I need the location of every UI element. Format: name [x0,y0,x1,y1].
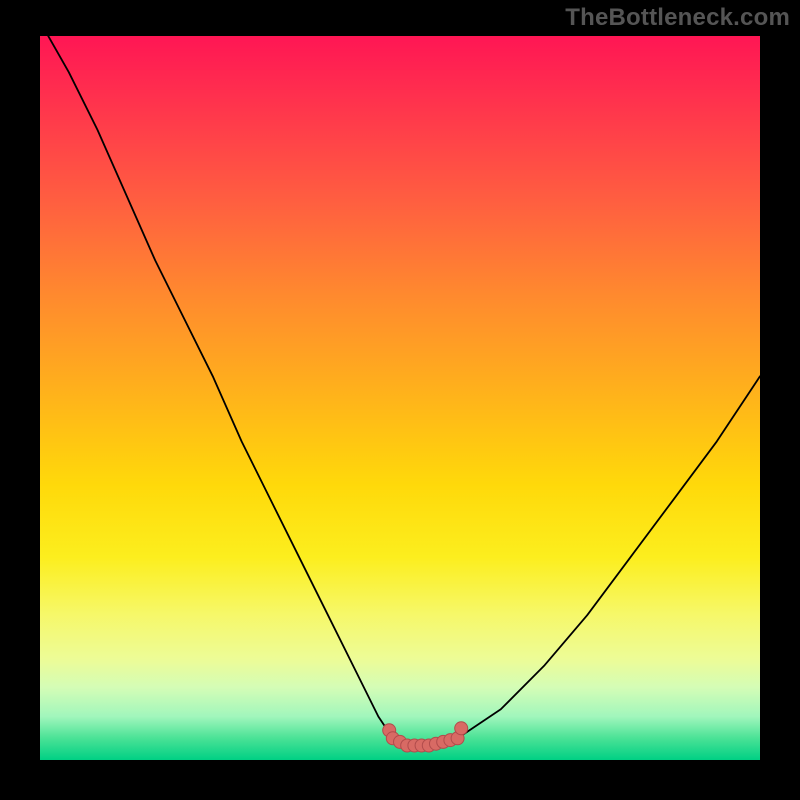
chart-frame: TheBottleneck.com [0,0,800,800]
minimum-marker-dots [40,36,760,760]
watermark-text: TheBottleneck.com [565,4,790,32]
plot-area [40,36,760,760]
